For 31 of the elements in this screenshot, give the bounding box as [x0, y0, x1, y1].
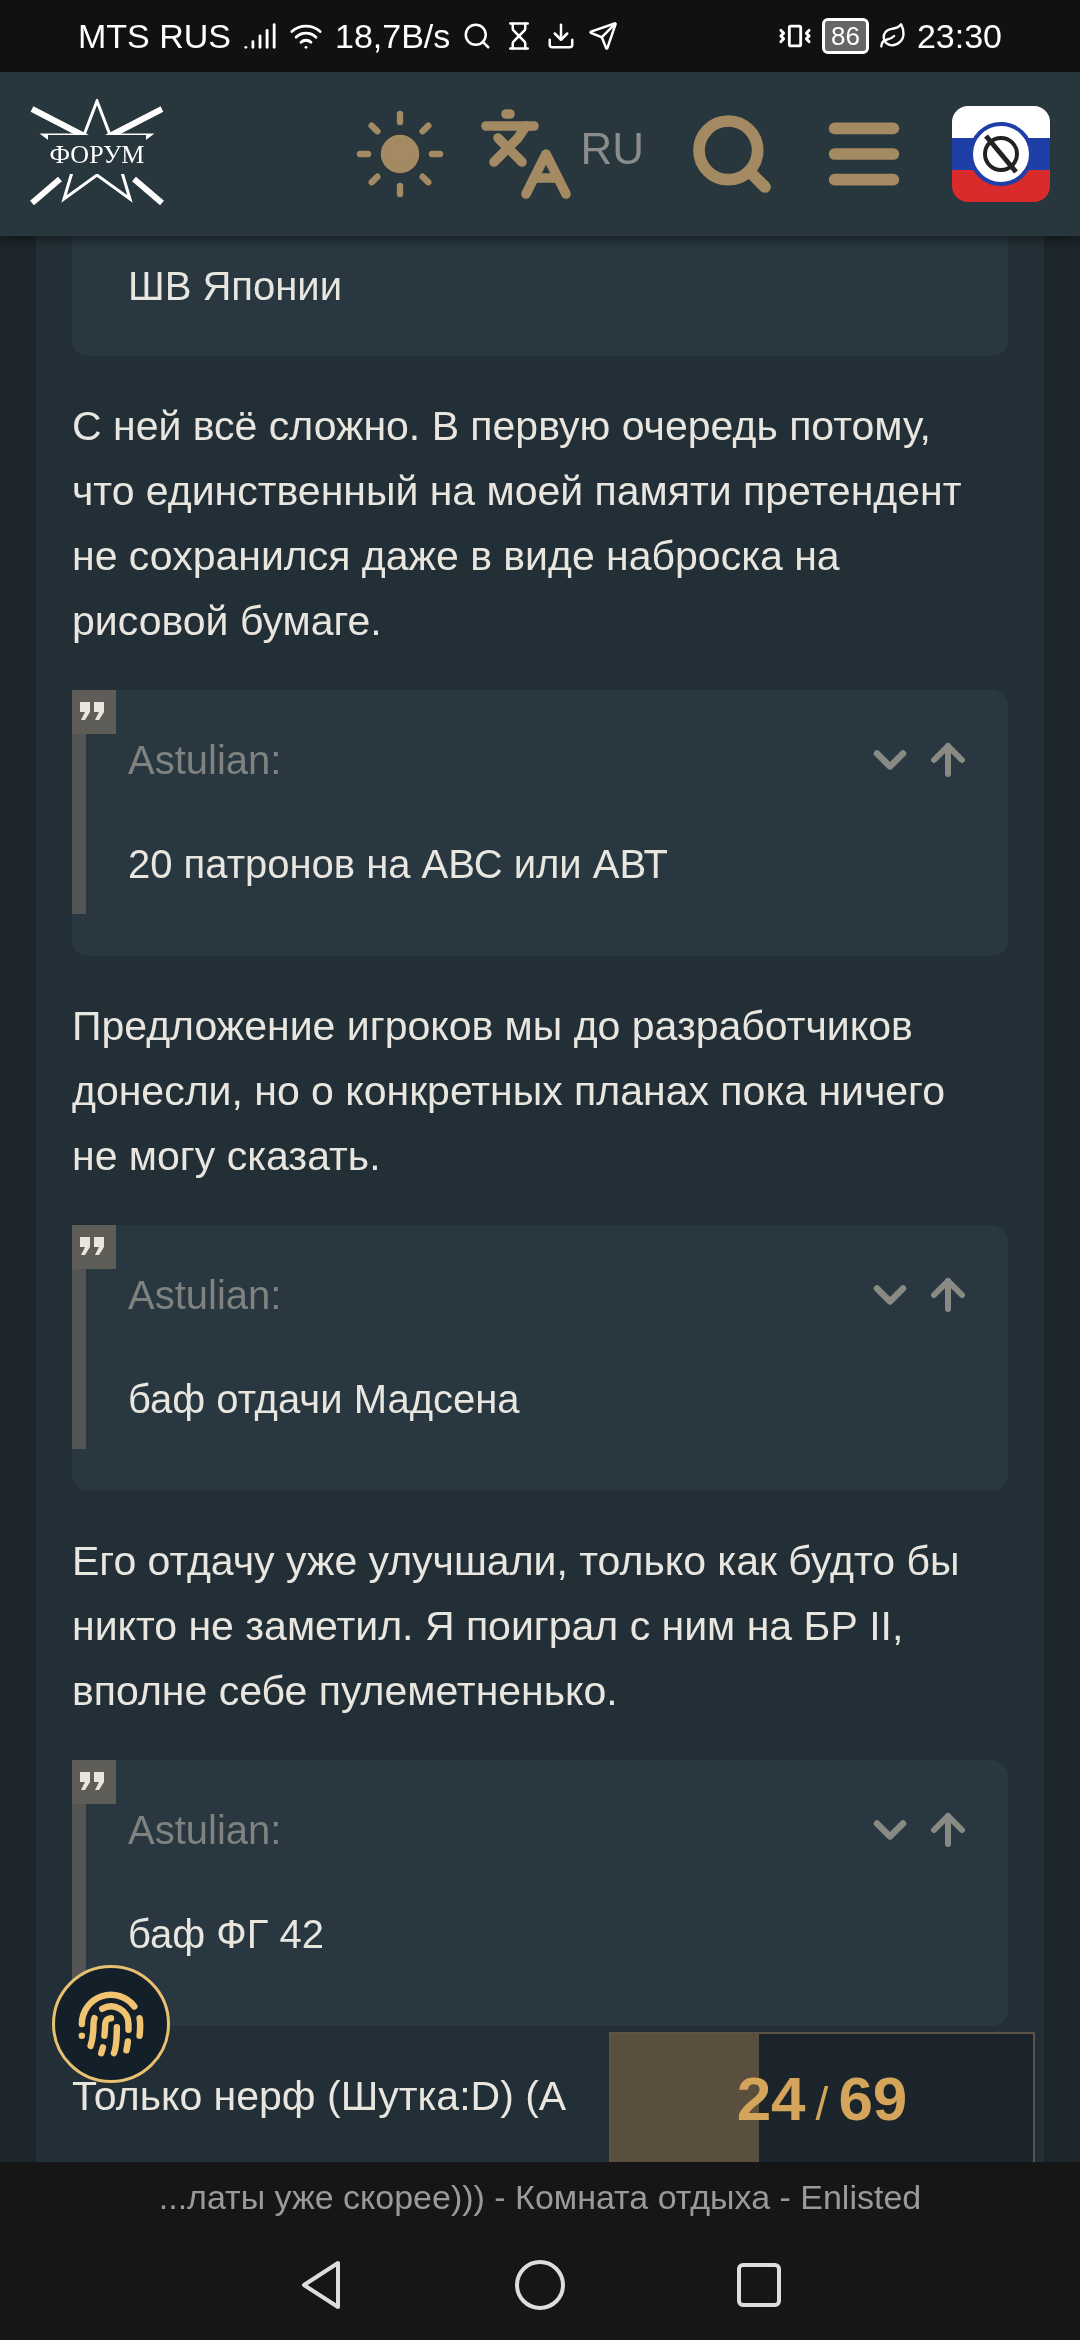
quote-text: баф ФГ 42: [128, 1911, 325, 1958]
quote-text: 20 патронов на АВС или АВТ: [128, 841, 669, 888]
quote-text: баф отдачи Мадсена: [128, 1376, 521, 1423]
page-title: ...латы уже скорее))) - Комната отдыха - Enlisted: [158, 2177, 922, 2218]
download-icon: [546, 21, 577, 51]
page-separator: /: [815, 2076, 829, 2132]
quote-icon: [72, 1225, 116, 1269]
quote-author: Astulian:: [128, 1807, 282, 1854]
quote-icon: [72, 1760, 116, 1804]
leaf-icon: [878, 22, 907, 50]
clock-text: 23:30: [916, 15, 1002, 57]
battery-indicator: 86: [822, 18, 869, 54]
quote-author: Astulian:: [128, 737, 282, 784]
post-paragraph: С ней всё сложно. В первую очередь потому, что единственный на моей памяти претендент не сохранился даже в виде наброска на рисовой бумаге.: [72, 402, 963, 646]
total-pages: 69: [838, 2062, 908, 2135]
carrier-text: MTS RUS: [78, 15, 231, 57]
current-page: 24: [736, 2062, 806, 2135]
send-icon: [588, 21, 619, 51]
quote-text: ШВ Японии: [128, 263, 344, 310]
fingerprint-icon: [76, 1989, 146, 2059]
post-paragraph: Его отдачу уже улучшали, только как будто бы никто не заметил. Я поиграл с ним на БР II, вполне себе пулеметненько.: [72, 1537, 961, 1716]
post-paragraph: Предложение игроков мы до разработчиков донесли, но о конкретных планах пока ничего не могу сказать.: [72, 1002, 946, 1181]
speed-text: 18,7B/s: [335, 15, 451, 57]
recents-icon[interactable]: [736, 2262, 782, 2308]
user-avatar[interactable]: [952, 106, 1050, 202]
language-code[interactable]: RU: [580, 116, 644, 182]
quote-author: Astulian:: [128, 1272, 282, 1319]
page-counter[interactable]: 24 / 69: [609, 2032, 1035, 2162]
quote-icon: [72, 690, 116, 734]
post-paragraph: Только нерф (Шутка:D) (А: [72, 2072, 567, 2121]
home-icon[interactable]: [514, 2259, 566, 2311]
